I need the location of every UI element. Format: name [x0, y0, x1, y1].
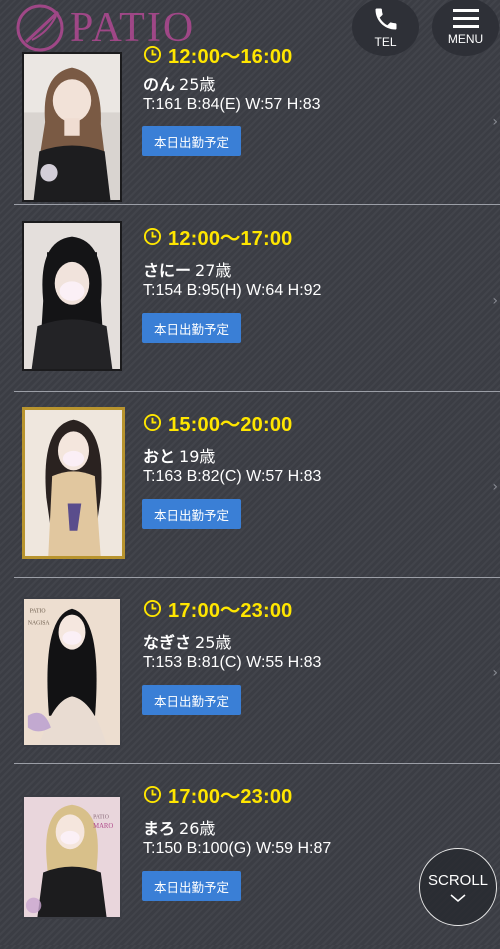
schedule-today-button[interactable]: 本日出勤予定 — [142, 871, 241, 901]
site-logo[interactable]: PATIO — [12, 2, 195, 54]
chevron-right-icon[interactable]: › — [492, 479, 498, 495]
photo-brand-text: PATIO — [93, 814, 109, 820]
tel-button[interactable]: TEL — [352, 0, 419, 56]
cast-name: おと — [143, 447, 176, 466]
clock-icon — [143, 227, 162, 246]
cast-name: なぎさ — [143, 633, 192, 652]
schedule-today-button[interactable]: 本日出勤予定 — [142, 685, 241, 715]
name-age: おと 19歳 — [143, 443, 215, 467]
chevron-right-icon[interactable]: › — [492, 665, 498, 681]
photo-name-text: NAGISA — [28, 620, 51, 626]
schedule-today-button[interactable]: 本日出勤予定 — [142, 126, 241, 156]
menu-label: MENU — [447, 32, 484, 46]
cast-age: 19歳 — [179, 447, 216, 466]
profile-photo[interactable] — [22, 221, 122, 371]
chevron-right-icon[interactable]: › — [492, 293, 498, 309]
photo-name-text: MARO — [93, 823, 113, 830]
name-age: さにー 27歳 — [143, 257, 231, 281]
cast-age: 25歳 — [195, 633, 232, 652]
profile-photo[interactable] — [22, 52, 122, 202]
shift-time: 17:00〜23:00 — [168, 786, 293, 808]
profile-photo[interactable]: PATIO NAGISA — [22, 597, 122, 747]
name-age: まろ 26歳 — [143, 815, 215, 839]
list-item[interactable]: PATIO MARO 17:00〜23:00 まろ 26歳 T:150 B:100… — [14, 763, 500, 949]
list-item[interactable]: 15:00〜20:00 おと 19歳 T:163 B:82(C) W:57 H:8… — [14, 391, 500, 578]
clock-icon — [143, 599, 162, 618]
schedule-today-button[interactable]: 本日出勤予定 — [142, 499, 241, 529]
cast-measurements: T:163 B:82(C) W:57 H:83 — [143, 468, 322, 485]
phone-icon — [375, 8, 396, 30]
schedule-today-button[interactable]: 本日出勤予定 — [142, 313, 241, 343]
cast-name: さにー — [143, 261, 192, 280]
profile-photo[interactable] — [22, 407, 125, 559]
cast-measurements: T:150 B:100(G) W:59 H:87 — [143, 840, 332, 857]
shift-time: 17:00〜23:00 — [168, 600, 293, 622]
hamburger-icon — [452, 9, 479, 28]
tel-label: TEL — [374, 35, 397, 49]
logo-text: PATIO — [70, 5, 196, 51]
name-age: のん 25歳 — [143, 71, 215, 95]
chevron-down-icon — [450, 893, 466, 902]
list-item[interactable]: PATIO NAGISA 17:00〜23:00 なぎさ 25歳 T:153 B:… — [14, 577, 500, 764]
profile-photo[interactable]: PATIO MARO — [22, 795, 122, 919]
scroll-button[interactable]: SCROLL — [419, 848, 497, 926]
cast-age: 26歳 — [179, 819, 216, 838]
name-age: なぎさ 25歳 — [143, 629, 231, 653]
photo-brand-text: PATIO — [30, 609, 46, 615]
cast-measurements: T:161 B:84(E) W:57 H:83 — [143, 96, 321, 113]
cast-name: のん — [143, 75, 176, 94]
chevron-right-icon[interactable]: › — [492, 114, 498, 130]
cast-measurements: T:153 B:81(C) W:55 H:83 — [143, 654, 322, 671]
clock-icon — [143, 785, 162, 804]
logo-mark-icon — [16, 4, 64, 52]
cast-name: まろ — [143, 819, 176, 838]
cast-measurements: T:154 B:95(H) W:64 H:92 — [143, 282, 322, 299]
clock-icon — [143, 413, 162, 432]
scroll-label: SCROLL — [427, 871, 489, 889]
list-item[interactable]: 12:00〜17:00 さにー 27歳 T:154 B:95(H) W:64 H:… — [14, 205, 500, 392]
cast-age: 25歳 — [179, 75, 216, 94]
menu-button[interactable]: MENU — [432, 0, 499, 56]
shift-time: 12:00〜17:00 — [168, 228, 293, 250]
shift-time: 15:00〜20:00 — [168, 414, 293, 436]
cast-age: 27歳 — [195, 261, 232, 280]
